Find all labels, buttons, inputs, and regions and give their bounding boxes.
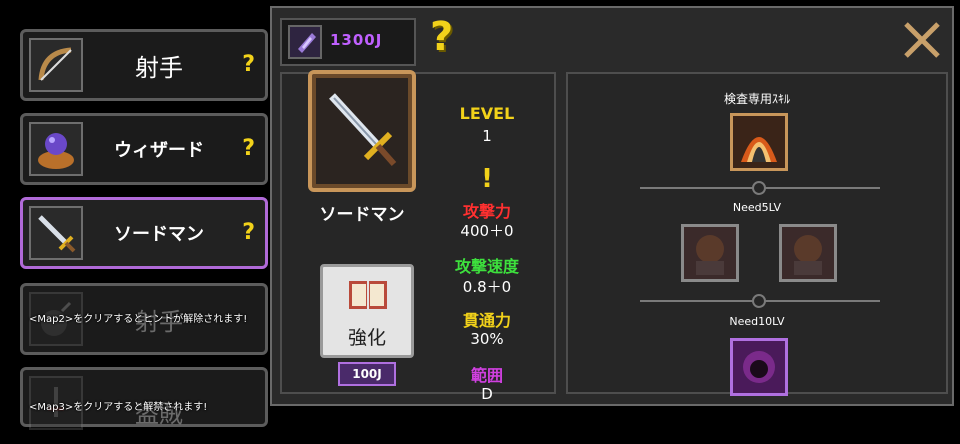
tier-node — [752, 181, 766, 195]
attack-label: 攻撃力 — [462, 202, 511, 221]
class-name: 射手 — [135, 53, 183, 82]
range-value: D — [481, 385, 493, 403]
skill-slot-locked[interactable] — [730, 338, 788, 396]
skill-tree-title: 検査専用ｽｷﾙ — [723, 92, 790, 106]
class-card-locked-1[interactable]: 射手 <Map2>をクリアするとヒントが解除されます! — [20, 283, 268, 355]
sword-icon — [29, 206, 83, 260]
orb-icon — [29, 122, 83, 176]
class-card-wizard[interactable]: ウィザード ? — [20, 113, 268, 185]
skill-slot-locked[interactable] — [681, 224, 739, 282]
class-card-locked-2[interactable]: 盗賊 <Map3>をクリアすると解禁されます! — [20, 367, 268, 430]
class-card-archer[interactable]: 射手 ? — [20, 29, 268, 101]
range-label: 範囲 — [470, 366, 503, 385]
class-name: ウィザード — [114, 140, 204, 161]
locked-skill-icon — [794, 235, 822, 275]
question-icon[interactable]: ? — [430, 14, 453, 60]
help-icon[interactable]: ? — [242, 136, 255, 161]
character-portrait — [308, 70, 416, 192]
tier1-requirement: Need5LV — [732, 201, 782, 214]
class-name: ソードマン — [114, 224, 204, 245]
bow-icon — [29, 38, 83, 92]
level-value: 1 — [482, 127, 492, 145]
crystal-icon — [288, 25, 322, 59]
upgrade-cost: 100J — [338, 362, 396, 386]
pierce-value: 30% — [470, 330, 504, 348]
speed-label: 攻撃速度 — [454, 257, 519, 276]
dark-skill-icon — [743, 351, 775, 383]
skill-slot-active[interactable] — [730, 113, 788, 171]
locked-skill-icon — [696, 235, 724, 275]
upgrade-label: 強化 — [347, 327, 386, 349]
skill-slot-locked[interactable] — [779, 224, 837, 282]
speed-value: 0.8＋0 — [462, 278, 512, 296]
tier-node — [752, 294, 766, 308]
currency-value: 1300J — [330, 31, 383, 49]
blade-skill-icon — [741, 137, 777, 162]
sword-icon — [322, 84, 402, 178]
help-icon[interactable]: ? — [242, 52, 255, 77]
attack-value: 400＋0 — [460, 222, 514, 240]
currency-display: 1300J — [280, 18, 416, 66]
unlock-hint: <Map2>をクリアするとヒントが解除されます! — [29, 314, 248, 325]
help-icon[interactable]: ? — [242, 220, 255, 245]
alert-icon: ! — [481, 164, 493, 194]
level-label: LEVEL — [459, 104, 515, 123]
upgrade-button[interactable]: 強化 — [320, 264, 414, 358]
class-card-swordsman[interactable]: ソードマン ? — [20, 197, 268, 269]
close-icon[interactable] — [900, 18, 944, 62]
book-icon — [347, 277, 389, 313]
character-name: ソードマン — [319, 205, 405, 225]
tier2-requirement: Need10LV — [729, 315, 785, 328]
pierce-label: 貫通力 — [462, 311, 511, 330]
